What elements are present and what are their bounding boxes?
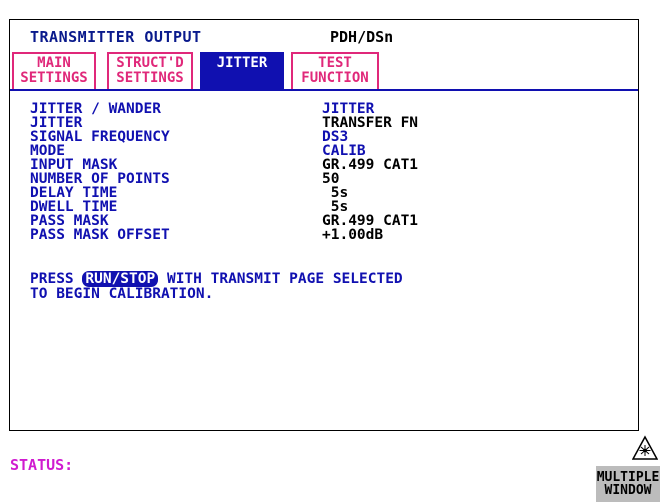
setting-value-pass-mask[interactable]: GR.499 CAT1 [322,214,418,229]
status-label: STATUS: [10,456,74,474]
tab-label-line1: JITTER [216,55,268,71]
setting-value-dwell-time[interactable]: 5s [322,200,348,215]
tab-label-line2: FUNCTION [301,70,369,86]
tab-label-line1: MAIN [37,55,71,71]
setting-label: JITTER [30,115,83,131]
tab-test-function[interactable]: TEST FUNCTION [291,52,379,90]
calibration-message: PRESS RUN/STOP WITH TRANSMIT PAGE SELECT… [30,271,403,287]
setting-value-jitter-wander[interactable]: JITTER [322,102,374,117]
tab-main-settings[interactable]: MAIN SETTINGS [12,52,96,90]
message-prefix: PRESS [30,271,83,287]
setting-label: SIGNAL FREQUENCY [30,129,170,145]
tab-structured-settings[interactable]: STRUCT'D SETTINGS [107,52,193,90]
tab-underline [10,89,638,91]
instrument-screen: TRANSMITTER OUTPUT PDH/DSn MAIN SETTINGS… [9,19,639,431]
laser-warning-icon [632,435,658,460]
setting-value-mode[interactable]: CALIB [322,144,366,159]
tab-label-line2: SETTINGS [20,70,88,86]
run-stop-key: RUN/STOP [82,271,159,287]
setting-label: DWELL TIME [30,199,118,215]
setting-value-jitter[interactable]: TRANSFER FN [322,116,418,131]
setting-label: PASS MASK OFFSET [30,227,170,243]
setting-label: JITTER / WANDER [30,101,161,117]
setting-value-input-mask[interactable]: GR.499 CAT1 [322,158,418,173]
setting-label: INPUT MASK [30,157,118,173]
setting-label: NUMBER OF POINTS [30,171,170,187]
softkey-label-line2: WINDOW [604,483,652,498]
signal-mode: PDH/DSn [330,28,394,46]
setting-value-signal-frequency[interactable]: DS3 [322,130,348,145]
page-title: TRANSMITTER OUTPUT [30,28,202,46]
calibration-message-line2: TO BEGIN CALIBRATION. [30,286,214,302]
tab-label-line1: TEST [318,55,352,71]
setting-value-pass-mask-offset[interactable]: +1.00dB [322,228,383,243]
tab-label-line2: SETTINGS [116,70,184,86]
setting-value-delay-time[interactable]: 5s [322,186,348,201]
setting-label: PASS MASK [30,213,109,229]
setting-value-number-of-points[interactable]: 50 [322,172,339,187]
message-suffix: WITH TRANSMIT PAGE SELECTED [158,271,403,287]
multiple-window-softkey[interactable]: MULTIPLE WINDOW [596,466,660,502]
tab-label-line1: STRUCT'D [116,55,184,71]
setting-label: DELAY TIME [30,185,118,201]
tab-jitter[interactable]: JITTER [200,52,284,90]
setting-label: MODE [30,143,65,159]
